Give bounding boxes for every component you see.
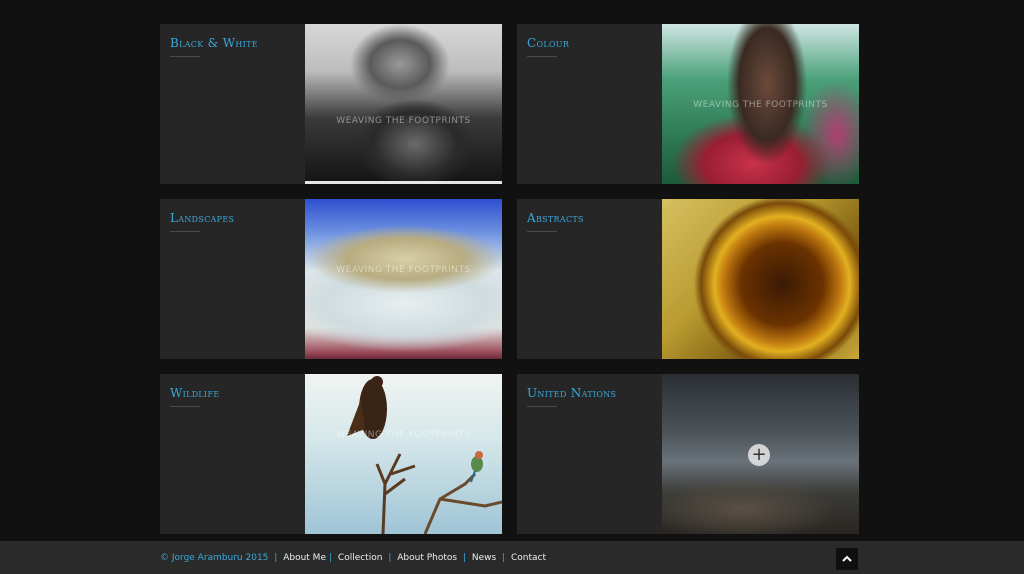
plus-icon[interactable]: + [748, 444, 770, 466]
card-image[interactable]: WEAVING THE FOOTPRINTS [305, 24, 502, 184]
card-title[interactable]: Black & White [170, 36, 295, 50]
watermark: WEAVING THE FOOTPRINTS [693, 100, 828, 110]
card-image[interactable]: WEAVING THE FOOTPRINTS [305, 374, 502, 534]
card-info: Landscapes [160, 199, 305, 359]
site-footer: © Jorge Aramburu 2015 | About Me | Collec… [0, 541, 1024, 574]
separator: | [328, 553, 333, 563]
separator: | [274, 553, 278, 563]
card-image[interactable]: WEAVING THE FOOTPRINTS [662, 24, 859, 184]
card-image[interactable]: WEAVING THE FOOTPRINTS [305, 199, 502, 359]
card-info: Abstracts [517, 199, 662, 359]
card-title[interactable]: Abstracts [527, 211, 652, 225]
gallery-card-landscapes[interactable]: Landscapes WEAVING THE FOOTPRINTS [160, 199, 502, 359]
footer-link-about-me[interactable]: About Me [283, 553, 326, 563]
separator: | [462, 553, 466, 563]
gallery-card-wildlife[interactable]: Wildlife WEAVING THE FOOTPRINTS [160, 374, 502, 534]
title-divider [527, 231, 557, 232]
gallery-card-black-white[interactable]: Black & White WEAVING THE FOOTPRINTS [160, 24, 502, 184]
card-image[interactable] [662, 199, 859, 359]
copyright-text: © Jorge Aramburu 2015 [160, 553, 269, 563]
card-info: United Nations [517, 374, 662, 534]
title-divider [170, 231, 200, 232]
footer-link-about-photos[interactable]: About Photos [397, 553, 457, 563]
separator: | [388, 553, 392, 563]
chevron-up-icon [842, 555, 852, 562]
card-info: Black & White [160, 24, 305, 184]
card-title[interactable]: United Nations [527, 386, 652, 400]
gallery-grid: Black & White WEAVING THE FOOTPRINTS Col… [160, 24, 859, 534]
footer-link-contact[interactable]: Contact [511, 553, 546, 563]
card-image[interactable]: + [662, 374, 859, 534]
watermark: WEAVING THE FOOTPRINTS [336, 116, 471, 126]
card-info: Colour [517, 24, 662, 184]
separator: | [502, 553, 506, 563]
gallery-card-colour[interactable]: Colour WEAVING THE FOOTPRINTS [517, 24, 859, 184]
gallery-card-abstracts[interactable]: Abstracts [517, 199, 859, 359]
gallery-card-united-nations[interactable]: United Nations + [517, 374, 859, 534]
footer-link-collection[interactable]: Collection [338, 553, 383, 563]
title-divider [527, 406, 557, 407]
watermark: WEAVING THE FOOTPRINTS [336, 265, 471, 275]
card-title[interactable]: Colour [527, 36, 652, 50]
footer-link-news[interactable]: News [472, 553, 496, 563]
scroll-top-button[interactable] [836, 548, 858, 570]
footer-nav: © Jorge Aramburu 2015 | About Me | Collec… [160, 553, 546, 563]
card-title[interactable]: Landscapes [170, 211, 295, 225]
title-divider [170, 406, 200, 407]
card-title[interactable]: Wildlife [170, 386, 295, 400]
title-divider [170, 56, 200, 57]
title-divider [527, 56, 557, 57]
watermark: WEAVING THE FOOTPRINTS [336, 430, 471, 440]
card-info: Wildlife [160, 374, 305, 534]
birds-on-branch-illustration [347, 376, 502, 534]
